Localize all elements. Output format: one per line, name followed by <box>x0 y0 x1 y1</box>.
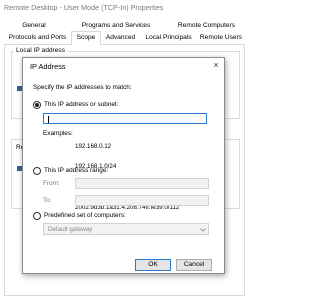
from-label: From: <box>43 180 60 187</box>
close-icon[interactable]: × <box>211 60 221 70</box>
tab-programs-and-services[interactable]: Programs and Services <box>64 20 168 31</box>
subnet-radio[interactable] <box>33 101 41 109</box>
to-input[interactable] <box>75 195 209 206</box>
window-title: Remote Desktop - User Mode (TCP-In) Prop… <box>4 3 164 12</box>
tab-remote-users[interactable]: Remote Users <box>197 32 245 43</box>
cancel-button[interactable]: Cancel <box>176 259 212 271</box>
range-radio[interactable] <box>33 167 41 175</box>
ok-button[interactable]: OK <box>135 259 171 271</box>
predefined-radio-label: Predefined set of computers: <box>44 212 126 219</box>
tab-protocols-and-ports[interactable]: Protocols and Ports <box>4 32 71 43</box>
predefined-select-value: Default gateway <box>48 226 93 233</box>
radio-selected-dot <box>35 103 39 107</box>
from-input[interactable] <box>75 178 209 189</box>
text-caret <box>48 116 49 123</box>
tab-local-principals[interactable]: Local Principals <box>140 32 197 43</box>
tab-advanced[interactable]: Advanced <box>101 32 140 43</box>
example-ipv4: 192.168.0.12 <box>75 142 112 150</box>
tab-remote-computers[interactable]: Remote Computers <box>168 20 245 31</box>
to-label: To: <box>43 197 52 204</box>
predefined-radio[interactable] <box>33 212 41 220</box>
subnet-radio-label: This IP address or subnet: <box>44 101 119 108</box>
local-ip-group-label: Local IP address <box>14 47 67 54</box>
predefined-select[interactable]: Default gateway <box>43 223 209 235</box>
tab-general[interactable]: General <box>4 20 64 31</box>
subnet-input[interactable] <box>43 113 207 124</box>
range-radio-label: This IP address range: <box>44 167 109 174</box>
tab-scope[interactable]: Scope <box>71 31 101 45</box>
dialog-title: IP Address <box>30 62 66 71</box>
ip-address-dialog: IP Address × Specify the IP addresses to… <box>22 57 225 274</box>
examples-label: Examples: <box>43 130 73 137</box>
chevron-down-icon <box>200 228 206 232</box>
dialog-prompt: Specify the IP addresses to match: <box>33 84 132 91</box>
